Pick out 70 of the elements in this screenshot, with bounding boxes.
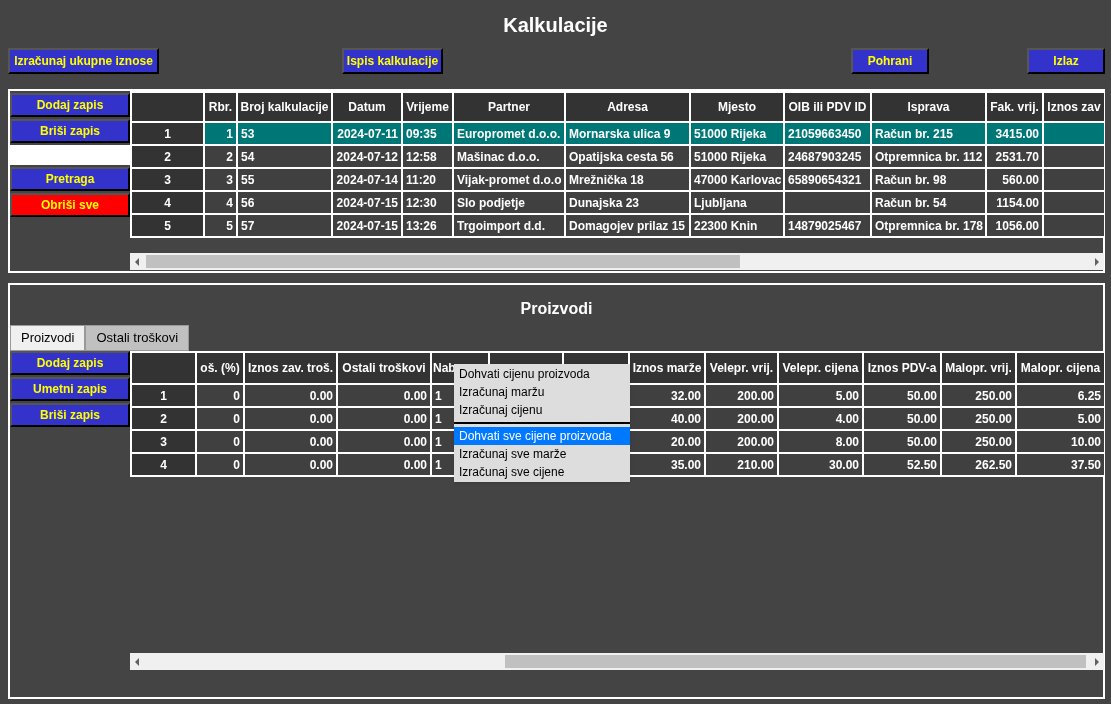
side-button[interactable]: Pretraga bbox=[10, 167, 130, 191]
column-header: Iznos zav. troš. bbox=[244, 352, 337, 384]
table-cell: Mašinac d.o.o. bbox=[453, 145, 565, 168]
column-header: Iznos PDV-a bbox=[863, 352, 941, 384]
table-cell: Račun br. 98 bbox=[871, 168, 986, 191]
side-button[interactable]: Umetni zapis bbox=[10, 377, 130, 401]
table-cell: Trgoimport d.d. bbox=[453, 214, 565, 237]
corner-header bbox=[131, 352, 196, 384]
column-header: Iznos zav bbox=[1043, 92, 1104, 122]
row-header[interactable]: 2 bbox=[131, 145, 204, 168]
row-header[interactable]: 5 bbox=[131, 214, 204, 237]
toolbar-button[interactable]: Izlaz bbox=[1027, 48, 1105, 74]
column-header: Malopr. cijena bbox=[1016, 352, 1104, 384]
column-header: Velepr. vrij. bbox=[705, 352, 778, 384]
column-header: Datum bbox=[332, 92, 402, 122]
table-cell: Opatijska cesta 56 bbox=[565, 145, 690, 168]
column-header: Isprava bbox=[871, 92, 986, 122]
row-header[interactable]: 3 bbox=[131, 168, 204, 191]
table-cell: Otpremnica br. 112 bbox=[871, 145, 986, 168]
table-cell: Mornarska ulica 9 bbox=[565, 122, 690, 145]
table-cell: Dunajska 23 bbox=[565, 191, 690, 214]
table-cell: Račun br. 54 bbox=[871, 191, 986, 214]
side-button[interactable]: Dodaj zapis bbox=[10, 93, 130, 117]
row-header[interactable]: 1 bbox=[131, 122, 204, 145]
horizontal-scrollbar[interactable] bbox=[130, 253, 1104, 270]
column-header: Malopr. vrij. bbox=[941, 352, 1016, 384]
side-button[interactable]: Briši zapis bbox=[10, 119, 130, 143]
menu-item[interactable]: Dohvati sve cijene proizvoda bbox=[454, 427, 630, 445]
table-cell: Mrežnička 18 bbox=[565, 168, 690, 191]
table-cell: Vijak-promet d.o.o bbox=[453, 168, 565, 191]
side-button[interactable]: Dodaj zapis bbox=[10, 351, 130, 375]
column-header: Fak. vrij. bbox=[986, 92, 1043, 122]
column-header: Mjesto bbox=[690, 92, 784, 122]
toolbar-button[interactable]: Pohrani bbox=[851, 48, 929, 74]
column-header: Ostali troškovi bbox=[337, 352, 431, 384]
tab[interactable]: Proizvodi bbox=[10, 325, 86, 351]
toolbar-button[interactable]: Ispis kalkulacije bbox=[342, 48, 443, 74]
row-header[interactable]: 4 bbox=[131, 453, 196, 476]
table-cell: Slo podjetje bbox=[453, 191, 565, 214]
tab[interactable]: Ostali troškovi bbox=[85, 325, 190, 351]
side-button[interactable]: Obriši sve bbox=[10, 193, 130, 217]
scroll-left-icon[interactable] bbox=[135, 258, 139, 266]
column-header: OIB ili PDV ID bbox=[784, 92, 871, 122]
scroll-thumb[interactable] bbox=[146, 255, 740, 268]
column-header: Broj kalkulacije bbox=[237, 92, 332, 122]
row-header[interactable]: 1 bbox=[131, 384, 196, 407]
table-cell: Europromet d.o.o. bbox=[453, 122, 565, 145]
scroll-right-icon[interactable] bbox=[1095, 258, 1099, 266]
row-header[interactable]: 3 bbox=[131, 430, 196, 453]
column-header: Adresa bbox=[565, 92, 690, 122]
search-field[interactable] bbox=[10, 145, 130, 165]
panel-title: Proizvodi bbox=[519, 299, 594, 319]
scroll-right-icon[interactable] bbox=[1095, 658, 1099, 666]
column-header: Vrijeme bbox=[402, 92, 453, 122]
toolbar-button[interactable]: Izračunaj ukupne iznose bbox=[8, 48, 159, 74]
column-header: Rbr. bbox=[204, 92, 237, 122]
row-header[interactable]: 2 bbox=[131, 407, 196, 430]
side-button[interactable]: Briši zapis bbox=[10, 403, 130, 427]
column-header: Velepr. cijena bbox=[778, 352, 863, 384]
table-cell: Otpremnica br. 178 bbox=[871, 214, 986, 237]
row-header[interactable]: 4 bbox=[131, 191, 204, 214]
horizontal-scrollbar[interactable] bbox=[130, 653, 1104, 670]
column-header: Partner bbox=[453, 92, 565, 122]
page-title: Kalkulacije bbox=[502, 13, 609, 38]
table-cell: Račun br. 215 bbox=[871, 122, 986, 145]
column-header: Iznos marže bbox=[629, 352, 705, 384]
table-cell: Domagojev prilaz 15 bbox=[565, 214, 690, 237]
scroll-thumb[interactable] bbox=[505, 655, 1086, 668]
column-header: oš. (%) bbox=[196, 352, 244, 384]
scroll-left-icon[interactable] bbox=[135, 658, 139, 666]
